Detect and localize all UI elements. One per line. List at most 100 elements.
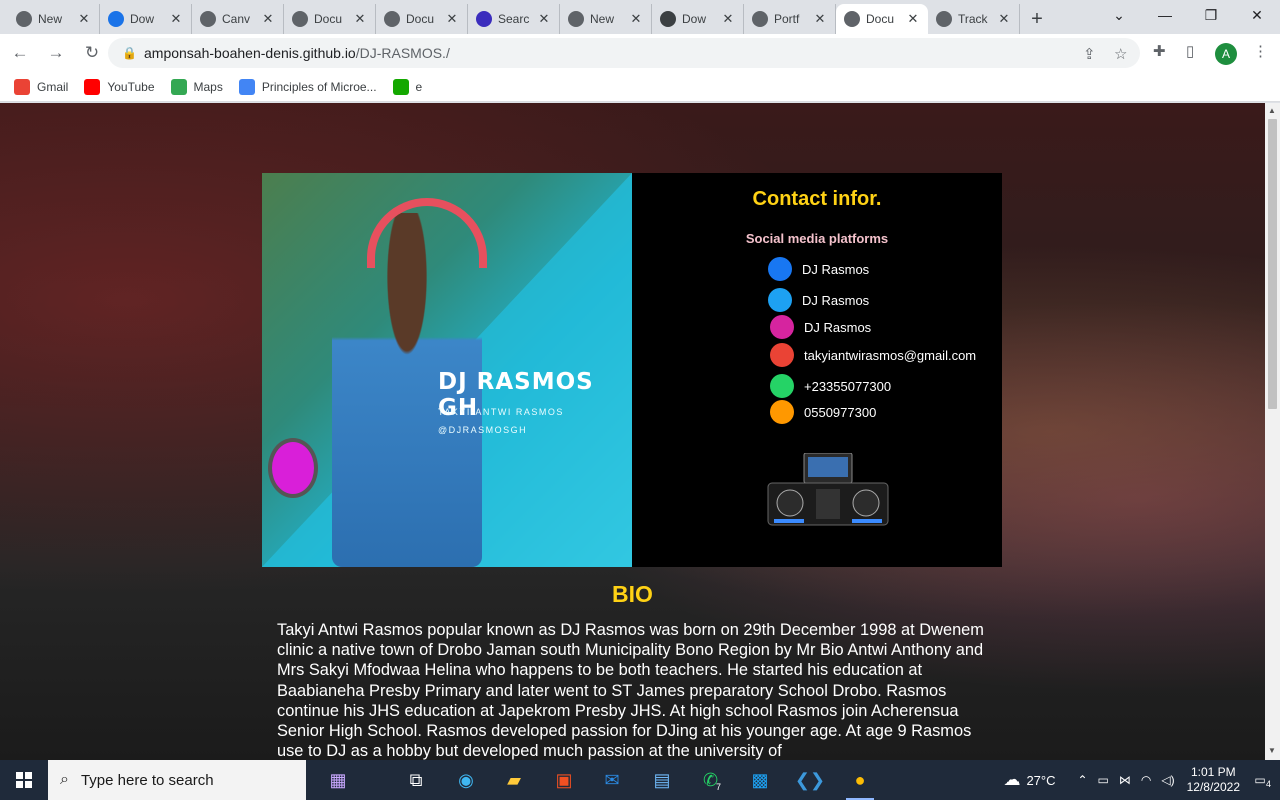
browser-toolbar: ← → ↻ 🔒 amponsah-boahen-denis.github.io /…	[0, 34, 1280, 72]
profile-avatar[interactable]: A	[1215, 43, 1237, 65]
extensions-icon[interactable]: ✚	[1153, 42, 1166, 60]
close-tab-icon[interactable]: ✕	[77, 11, 91, 27]
contact-label: takyiantwirasmos@gmail.com	[804, 347, 977, 363]
close-tab-icon[interactable]: ✕	[445, 11, 459, 27]
whatsapp-taskbar-icon[interactable]: ✆ 7	[688, 760, 736, 800]
browser-tab[interactable]: Canv ✕	[192, 4, 284, 34]
browser-tab[interactable]: Portf ✕	[744, 4, 836, 34]
close-tab-icon[interactable]: ✕	[906, 11, 920, 27]
close-tab-icon[interactable]: ✕	[813, 11, 827, 27]
search-highlight-icon[interactable]: ▦	[314, 760, 362, 800]
browser-tab[interactable]: Docu ✕	[376, 4, 468, 34]
battery-icon[interactable]: ▭	[1098, 773, 1109, 787]
system-clock[interactable]: 1:01 PM 12/8/2022	[1187, 765, 1240, 795]
restore-button[interactable]: ❐	[1188, 0, 1234, 30]
edge-icon[interactable]: ◉	[442, 760, 490, 800]
bookmark-label: e	[415, 79, 423, 94]
mail-icon[interactable]: ✉	[588, 760, 636, 800]
url-host: amponsah-boahen-denis.github.io	[144, 45, 356, 61]
file-explorer-icon[interactable]: ▰	[490, 760, 538, 800]
back-arrow-icon[interactable]: ←	[4, 37, 36, 69]
side-panel-icon[interactable]: ▯	[1186, 42, 1194, 60]
png-icon	[660, 11, 676, 27]
start-button[interactable]	[0, 760, 48, 800]
share-icon[interactable]: ⇪	[1083, 45, 1096, 63]
chrome-taskbar-icon[interactable]: ●	[836, 760, 884, 800]
menu-kebab-icon[interactable]: ⋮	[1253, 42, 1268, 60]
volume-icon[interactable]: ◁)	[1161, 773, 1174, 787]
lock-icon[interactable]: 🔒	[122, 46, 137, 60]
contact-item[interactable]: DJ Rasmos	[768, 257, 869, 281]
new-tab-button[interactable]: +	[1020, 4, 1054, 34]
vscode-icon[interactable]: ❮❯	[786, 760, 834, 800]
contact-item[interactable]: +23355077300	[770, 374, 891, 398]
address-bar[interactable]: 🔒 amponsah-boahen-denis.github.io/DJ-RAS…	[108, 38, 1140, 68]
close-tab-icon[interactable]: ✕	[537, 11, 551, 27]
close-tab-icon[interactable]: ✕	[997, 11, 1011, 27]
contact-title: Contact infor.	[752, 188, 882, 210]
bookmark-item[interactable]: Gmail	[14, 78, 69, 95]
contact-item[interactable]: takyiantwirasmos@gmail.com	[770, 343, 976, 367]
browser-tab[interactable]: Docu ✕	[836, 4, 928, 34]
google-icon	[238, 78, 255, 95]
network-icon[interactable]: ⋈	[1119, 773, 1131, 787]
browser-tab[interactable]: New ✕	[560, 4, 652, 34]
close-window-button[interactable]: ✕	[1234, 0, 1280, 30]
tab-title: Track	[958, 12, 988, 26]
tab-title: Portf	[774, 12, 800, 26]
close-tab-icon[interactable]: ✕	[721, 11, 735, 27]
weather-icon[interactable]: ☁	[1003, 770, 1020, 790]
store-icon[interactable]: ▣	[540, 760, 588, 800]
browser-tab[interactable]: Track ✕	[928, 4, 1020, 34]
bookmark-item[interactable]: YouTube	[84, 78, 155, 95]
tab-search-chevron-icon[interactable]: ⌄	[1096, 0, 1142, 30]
bookmarks-bar: Gmail YouTube Maps Principles of Microe... e	[0, 72, 1280, 102]
browser-tab[interactable]: Docu ✕	[284, 4, 376, 34]
minimize-button[interactable]: —	[1142, 0, 1188, 30]
chrome-icon	[936, 11, 952, 27]
bookmark-label: Gmail	[37, 79, 69, 94]
close-tab-icon[interactable]: ✕	[353, 11, 367, 27]
close-tab-icon[interactable]: ✕	[629, 11, 643, 27]
bookmark-item[interactable]: e	[392, 78, 423, 95]
reload-icon[interactable]: ↻	[76, 37, 108, 69]
contact-item[interactable]: DJ Rasmos	[770, 315, 871, 339]
forward-arrow-icon[interactable]: →	[40, 37, 72, 69]
contact-label: DJ Rasmos	[802, 292, 870, 308]
bookmark-star-icon[interactable]: ☆	[1114, 45, 1127, 63]
browser-tab[interactable]: Searc ✕	[468, 4, 560, 34]
bookmark-label: Principles of Microe...	[261, 79, 377, 94]
contact-item[interactable]: 0550977300	[770, 400, 876, 424]
notification-center-icon[interactable]: ▭ 4	[1240, 773, 1280, 789]
chrome-icon	[292, 11, 308, 27]
twitter-taskbar-icon[interactable]: ▩	[736, 760, 784, 800]
browser-tab[interactable]: Dow ✕	[652, 4, 744, 34]
bookmark-item[interactable]: Principles of Microe...	[238, 78, 377, 95]
task-view-icon[interactable]: ⧉	[392, 760, 440, 800]
tab-title: Docu	[406, 12, 435, 26]
contact-item[interactable]: DJ Rasmos	[768, 288, 869, 312]
app-icon[interactable]: ▤	[638, 760, 686, 800]
wifi-icon[interactable]: ◠	[1141, 773, 1151, 787]
system-tray: ☁ 27°C ⌃ ▭ ⋈ ◠ ◁) 1:01 PM 12/8/2022 ▭ 4	[1003, 760, 1280, 800]
taskbar-search-box[interactable]: ⌕ Type here to search	[48, 760, 306, 800]
contact-label: DJ Rasmos	[802, 261, 870, 277]
close-tab-icon[interactable]: ✕	[169, 11, 183, 27]
bio-paragraph: Takyi Antwi Rasmos popular known as DJ R…	[277, 621, 984, 760]
chrome-icon	[384, 11, 400, 27]
tray-chevron-icon[interactable]: ⌃	[1077, 773, 1087, 787]
whatsapp-icon	[770, 374, 794, 398]
whatsapp-badge: 7	[716, 782, 722, 792]
browser-tab[interactable]: Dow ✕	[100, 4, 192, 34]
bookmark-item[interactable]: Maps	[170, 78, 223, 95]
scroll-up-icon[interactable]: ▲	[1268, 106, 1276, 115]
close-tab-icon[interactable]: ✕	[261, 11, 275, 27]
scrollbar-thumb[interactable]	[1268, 119, 1277, 409]
hero-subtitle-handle: @DJRASMOSGH	[438, 425, 528, 435]
contact-panel: Contact infor. Social media platforms DJ…	[632, 173, 1002, 567]
tab-title: Searc	[498, 12, 530, 26]
weather-temp[interactable]: 27°C	[1026, 773, 1055, 788]
page-scrollbar[interactable]: ▲ ▼	[1265, 103, 1280, 760]
scroll-down-icon[interactable]: ▼	[1268, 746, 1276, 755]
browser-tab[interactable]: New ✕	[8, 4, 100, 34]
